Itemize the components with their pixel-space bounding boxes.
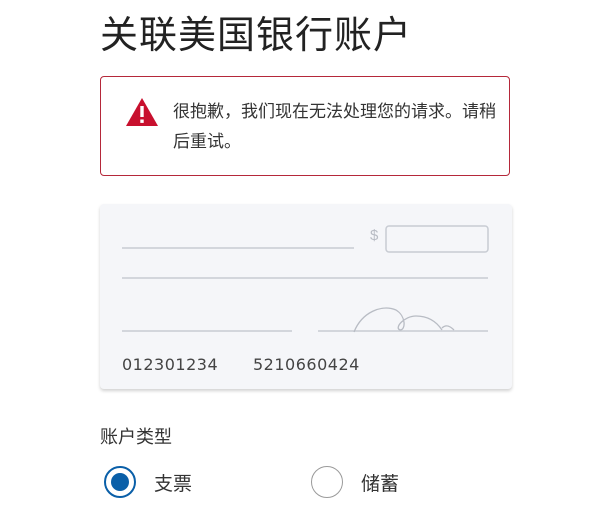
radio-checking[interactable] <box>104 466 136 498</box>
alert-message: 很抱歉，我们现在无法处理您的请求。请稍后重试。 <box>173 102 496 152</box>
radio-option-checking[interactable]: 支票 <box>104 462 192 502</box>
radio-option-savings[interactable]: 储蓄 <box>311 462 399 502</box>
page-title: 关联美国银行账户 <box>100 13 413 57</box>
error-alert: 很抱歉，我们现在无法处理您的请求。请稍后重试。 <box>100 76 510 176</box>
routing-number: 012301234 <box>122 355 219 374</box>
radio-savings[interactable] <box>311 466 343 498</box>
amount-box <box>385 225 489 253</box>
signature-mark <box>353 307 455 333</box>
radio-label-savings: 储蓄 <box>361 472 400 495</box>
radio-label-checking: 支票 <box>154 472 193 495</box>
account-number: 5210660424 <box>253 355 360 374</box>
check-illustration: $ 012301234 5210660424 <box>100 204 512 389</box>
warning-icon <box>126 98 158 126</box>
currency-symbol: $ <box>370 227 379 244</box>
account-type-label: 账户类型 <box>100 427 172 448</box>
